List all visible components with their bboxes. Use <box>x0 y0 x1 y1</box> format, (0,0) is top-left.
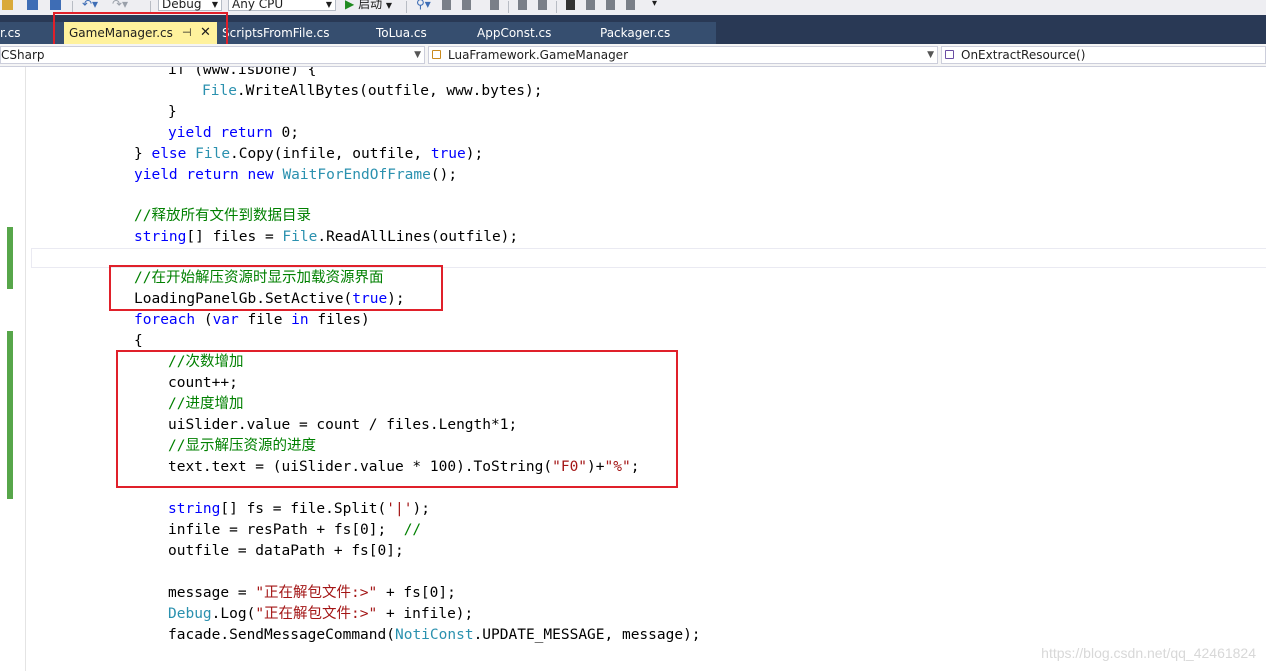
code-line: File.WriteAllBytes(outfile, www.bytes); <box>202 83 543 99</box>
tab-label: r.cs <box>0 26 21 40</box>
config-value: Debug <box>162 0 202 11</box>
code-line: yield return 0; <box>168 125 299 141</box>
find-icon[interactable]: ⚲▾ <box>416 0 431 12</box>
tab-scriptsfromfile[interactable]: ScriptsFromFile.cs <box>222 22 330 44</box>
chevron-down-icon: ▼ <box>414 50 421 60</box>
comment-icon[interactable] <box>490 0 499 10</box>
start-label: 启动 <box>358 0 383 11</box>
highlight-box-loading-panel <box>109 265 443 311</box>
code-line: string[] files = File.ReadAllLines(outfi… <box>134 229 519 245</box>
toolbar-separator <box>556 1 557 13</box>
code-comment: //释放所有文件到数据目录 <box>134 208 311 224</box>
code-line: foreach (var file in files) <box>134 312 370 328</box>
indent-icon[interactable] <box>518 0 527 10</box>
code-line: } <box>168 104 177 120</box>
change-marker <box>7 331 13 499</box>
outdent-icon[interactable] <box>538 0 547 10</box>
redo-icon[interactable]: ↷▾ <box>112 0 128 12</box>
tab-label: Packager.cs <box>600 26 671 40</box>
code-line: string[] fs = file.Split('|'); <box>168 501 430 517</box>
solution-icon[interactable] <box>27 0 38 10</box>
save-all-icon[interactable] <box>50 0 61 10</box>
platform-value: Any CPU <box>232 0 284 11</box>
code-line: } else File.Copy(infile, outfile, true); <box>134 146 484 162</box>
tab-appconst[interactable]: AppConst.cs <box>477 22 551 44</box>
save-icon[interactable] <box>2 0 13 10</box>
code-line: message = "正在解包文件:>" + fs[0]; <box>168 585 456 601</box>
chevron-down-icon: ▼ <box>927 50 934 60</box>
config-dropdown[interactable]: Debug ▼ <box>158 0 222 11</box>
tab-r-cs[interactable]: r.cs <box>0 22 50 44</box>
member-dropdown[interactable]: OnExtractResource() <box>941 46 1266 64</box>
method-icon <box>945 50 954 59</box>
platform-dropdown[interactable]: Any CPU ▼ <box>228 0 336 11</box>
project-dropdown[interactable]: CSharp ▼ <box>0 46 425 64</box>
tab-label: ScriptsFromFile.cs <box>222 26 330 40</box>
type-value: LuaFramework.GameManager <box>448 48 628 62</box>
step-icon[interactable] <box>442 0 451 10</box>
tab-label: ToLua.cs <box>376 26 427 40</box>
undo-icon[interactable]: ↶▾ <box>82 0 98 12</box>
editor-margin <box>25 67 26 671</box>
play-icon: ▶ <box>345 0 355 11</box>
tab-label: AppConst.cs <box>477 26 552 40</box>
code-editor[interactable]: if (www.isDone) { File.WriteAllBytes(out… <box>0 67 1266 671</box>
code-line: Debug.Log("正在解包文件:>" + infile); <box>168 606 474 622</box>
toolbar-separator <box>406 1 407 13</box>
toolbar-separator <box>508 1 509 13</box>
bookmark-prev-icon[interactable] <box>586 0 595 10</box>
code-line: yield return new WaitForEndOfFrame(); <box>134 167 458 183</box>
chevron-down-icon: ▼ <box>211 0 218 9</box>
member-value: OnExtractResource() <box>961 48 1086 62</box>
class-icon <box>432 50 441 59</box>
watermark: https://blog.csdn.net/qq_42461824 <box>1041 645 1256 661</box>
project-value: CSharp <box>1 48 45 62</box>
bookmark-clear-icon[interactable] <box>626 0 635 10</box>
bookmark-next-icon[interactable] <box>606 0 615 10</box>
type-dropdown[interactable]: LuaFramework.GameManager ▼ <box>428 46 938 64</box>
layout-icon[interactable] <box>462 0 471 10</box>
chevron-down-icon: ▼ <box>325 0 332 9</box>
navigation-bar: CSharp ▼ LuaFramework.GameManager ▼ OnEx… <box>0 44 1266 67</box>
highlight-box-progress <box>116 350 678 488</box>
code-line: { <box>134 333 143 349</box>
start-button[interactable]: ▶ 启动 ▼ <box>345 0 392 12</box>
change-marker <box>7 227 13 289</box>
code-line: if (www.isDone) { <box>168 67 317 78</box>
tab-packager[interactable]: Packager.cs <box>600 22 670 44</box>
bookmark-icon[interactable] <box>566 0 575 10</box>
code-line: facade.SendMessageCommand(NotiConst.UPDA… <box>168 627 701 643</box>
chevron-down-icon: ▼ <box>385 1 393 10</box>
code-line: infile = resPath + fs[0]; // <box>168 522 422 538</box>
code-line: outfile = dataPath + fs[0]; <box>168 543 404 559</box>
overflow-icon[interactable]: ▾ <box>652 0 657 12</box>
tab-tolua[interactable]: ToLua.cs <box>376 22 427 44</box>
